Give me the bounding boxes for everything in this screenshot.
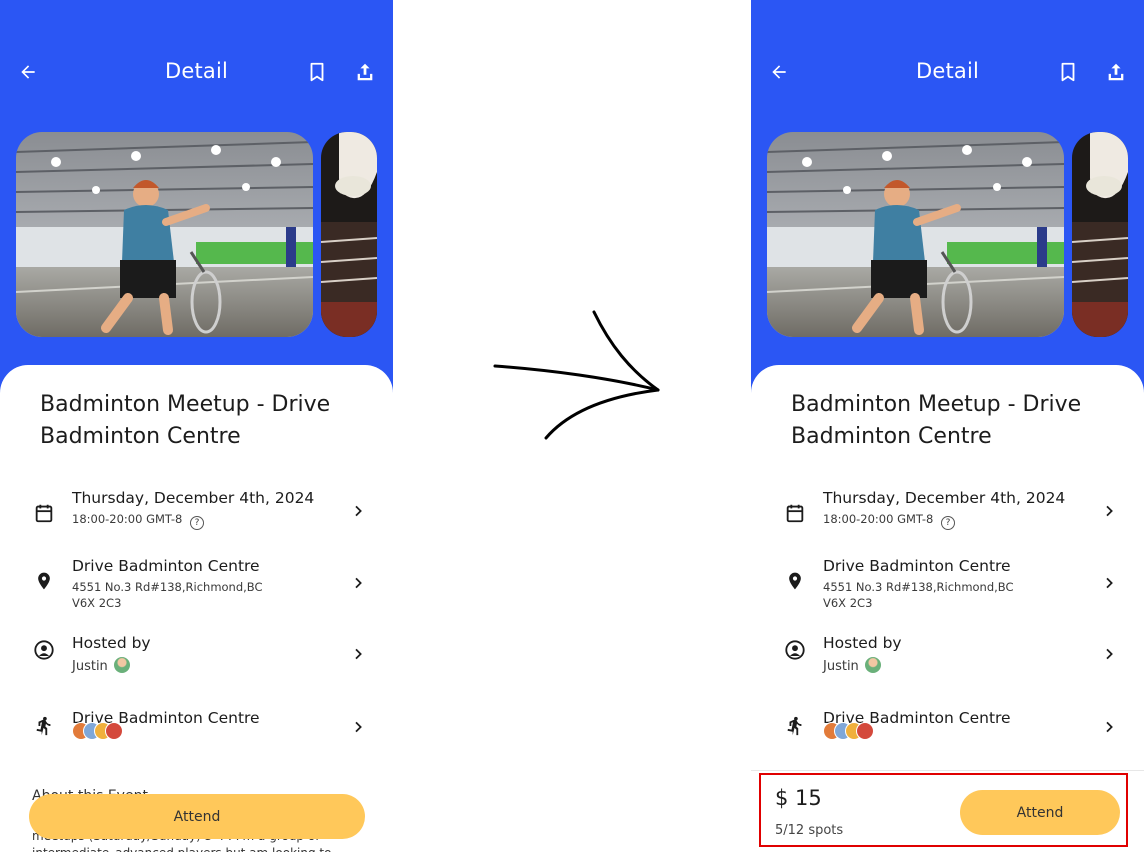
share-icon[interactable] <box>1102 58 1130 86</box>
calendar-icon <box>783 501 807 525</box>
attendee-avatars <box>823 722 883 740</box>
venue-address: 4551 No.3 Rd#138,Richmond,BC V6X 2C3 <box>72 580 263 610</box>
screen-before: Detail Badminton Meetup - Drive Badminto… <box>0 0 393 852</box>
chevron-right-icon <box>1099 573 1119 593</box>
event-title: Badminton Meetup - Drive Badminton Centr… <box>791 392 1082 449</box>
event-photo-main[interactable] <box>767 132 1064 337</box>
host-name: Justin <box>72 659 108 674</box>
venue-name: Drive Badminton Centre <box>72 557 260 575</box>
account-circle-icon <box>32 638 56 662</box>
app-bar: Detail <box>0 44 393 100</box>
host-avatar <box>864 657 881 673</box>
event-time: 18:00-20:00 GMT-8 <box>823 512 934 526</box>
event-photo-secondary[interactable] <box>321 132 377 337</box>
location-row[interactable]: Drive Badminton Centre 4551 No.3 Rd#138,… <box>779 557 1119 610</box>
share-icon[interactable] <box>351 58 379 86</box>
attendees-row[interactable]: Drive Badminton Centre <box>779 709 1119 749</box>
event-title: Badminton Meetup - Drive Badminton Centr… <box>40 392 331 449</box>
date-row[interactable]: Thursday, December 4th, 2024 18:00-20:00… <box>28 489 368 530</box>
venue-address: 4551 No.3 Rd#138,Richmond,BC V6X 2C3 <box>823 580 1014 610</box>
chevron-right-icon <box>1099 644 1119 664</box>
location-pin-icon <box>783 569 807 593</box>
host-avatar <box>113 657 130 673</box>
transition-arrow-icon <box>493 310 660 440</box>
location-row[interactable]: Drive Badminton Centre 4551 No.3 Rd#138,… <box>28 557 368 610</box>
highlight-box <box>759 773 1128 847</box>
event-photo-main[interactable] <box>16 132 313 337</box>
chevron-right-icon <box>1099 717 1119 737</box>
calendar-icon <box>32 501 56 525</box>
host-name: Justin <box>823 659 859 674</box>
bookmark-icon[interactable] <box>303 58 331 86</box>
date-row[interactable]: Thursday, December 4th, 2024 18:00-20:00… <box>779 489 1119 530</box>
page-title: Detail <box>915 59 980 83</box>
bookmark-icon[interactable] <box>1054 58 1082 86</box>
event-time: 18:00-20:00 GMT-8 <box>72 512 183 526</box>
attendees-row[interactable]: Drive Badminton Centre <box>28 709 368 749</box>
timezone-help-icon[interactable]: ? <box>190 516 205 530</box>
hosted-by-label: Hosted by <box>72 634 151 652</box>
chevron-right-icon <box>348 573 368 593</box>
walking-person-icon <box>32 714 56 738</box>
hosted-by-label: Hosted by <box>823 634 902 652</box>
walking-person-icon <box>783 714 807 738</box>
chevron-right-icon <box>1099 501 1119 521</box>
event-date: Thursday, December 4th, 2024 <box>823 489 1066 507</box>
host-row[interactable]: Hosted by Justin <box>28 634 368 674</box>
event-photo-secondary[interactable] <box>1072 132 1128 337</box>
screen-after: Detail Badminton Meetup - Drive Badminto… <box>751 0 1144 852</box>
page-title: Detail <box>164 59 229 83</box>
attendee-avatars <box>72 722 132 740</box>
app-bar: Detail <box>751 44 1144 100</box>
chevron-right-icon <box>348 717 368 737</box>
event-date: Thursday, December 4th, 2024 <box>72 489 315 507</box>
chevron-right-icon <box>348 644 368 664</box>
location-pin-icon <box>32 569 56 593</box>
attend-button[interactable]: Attend <box>29 794 365 839</box>
chevron-right-icon <box>348 501 368 521</box>
venue-name: Drive Badminton Centre <box>823 557 1011 575</box>
host-row[interactable]: Hosted by Justin <box>779 634 1119 674</box>
timezone-help-icon[interactable]: ? <box>941 516 956 530</box>
account-circle-icon <box>783 638 807 662</box>
